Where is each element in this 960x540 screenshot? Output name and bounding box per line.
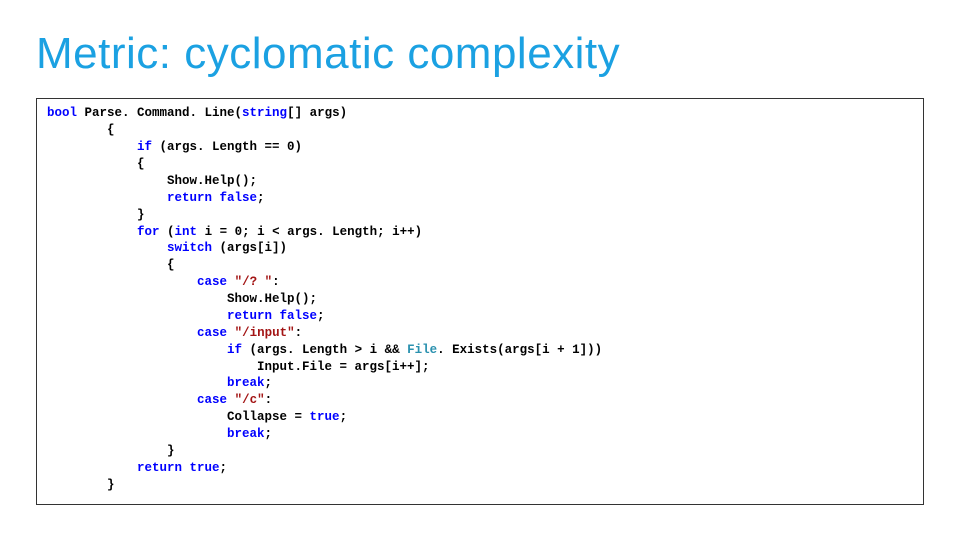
code-text <box>47 275 197 289</box>
slide-title: Metric: cyclomatic complexity <box>36 30 924 78</box>
code-text: : <box>272 275 280 289</box>
code-text: (args. Length == 0) <box>152 140 302 154</box>
code-text: ; <box>265 427 273 441</box>
code-text: Input.File = args[i++]; <box>47 359 913 376</box>
code-text <box>47 191 167 205</box>
keyword-string: string <box>242 106 287 120</box>
code-text <box>47 343 227 357</box>
slide: Metric: cyclomatic complexity bool Parse… <box>0 0 960 540</box>
keyword-case: case <box>197 393 227 407</box>
keyword-case: case <box>197 275 227 289</box>
code-text <box>47 241 167 255</box>
code-text: Collapse = <box>47 410 310 424</box>
code-text: } <box>47 477 913 494</box>
keyword-case: case <box>197 326 227 340</box>
keyword-return-false: return false <box>227 309 317 323</box>
code-text <box>227 393 235 407</box>
code-text: Show.Help(); <box>47 173 913 190</box>
code-text: Parse. Command. Line( <box>77 106 242 120</box>
code-text <box>227 326 235 340</box>
code-text: i = 0; i < args. Length; i++) <box>197 225 422 239</box>
code-text: } <box>47 207 913 224</box>
keyword-bool: bool <box>47 106 77 120</box>
keyword-int: int <box>175 225 198 239</box>
code-text <box>47 309 227 323</box>
string-literal: "/? " <box>235 275 273 289</box>
code-text: ( <box>160 225 175 239</box>
code-text: { <box>47 156 913 173</box>
keyword-true: true <box>310 410 340 424</box>
code-text <box>47 376 227 390</box>
code-text: . Exists(args[i + 1])) <box>437 343 602 357</box>
keyword-break: break <box>227 376 265 390</box>
code-text: (args[i]) <box>212 241 287 255</box>
code-text: Show.Help(); <box>47 291 913 308</box>
keyword-if: if <box>137 140 152 154</box>
keyword-break: break <box>227 427 265 441</box>
keyword-return-false: return false <box>167 191 257 205</box>
code-text: ; <box>317 309 325 323</box>
type-file: File <box>407 343 437 357</box>
code-block: bool Parse. Command. Line(string[] args)… <box>36 98 924 504</box>
code-text: (args. Length > i && <box>242 343 407 357</box>
code-text: : <box>295 326 303 340</box>
code-text <box>47 461 137 475</box>
code-text: { <box>47 257 913 274</box>
code-text: { <box>47 122 913 139</box>
code-text <box>47 225 137 239</box>
code-text: ; <box>265 376 273 390</box>
code-text <box>47 140 137 154</box>
keyword-switch: switch <box>167 241 212 255</box>
code-text: ; <box>220 461 228 475</box>
code-text <box>47 427 227 441</box>
code-text: ; <box>340 410 348 424</box>
code-text <box>47 326 197 340</box>
string-literal: "/c" <box>235 393 265 407</box>
code-text: [] args) <box>287 106 347 120</box>
keyword-return-true: return true <box>137 461 220 475</box>
code-text: : <box>265 393 273 407</box>
code-text: } <box>47 443 913 460</box>
code-text <box>47 393 197 407</box>
code-text <box>227 275 235 289</box>
keyword-if: if <box>227 343 242 357</box>
keyword-for: for <box>137 225 160 239</box>
code-text: ; <box>257 191 265 205</box>
string-literal: "/input" <box>235 326 295 340</box>
